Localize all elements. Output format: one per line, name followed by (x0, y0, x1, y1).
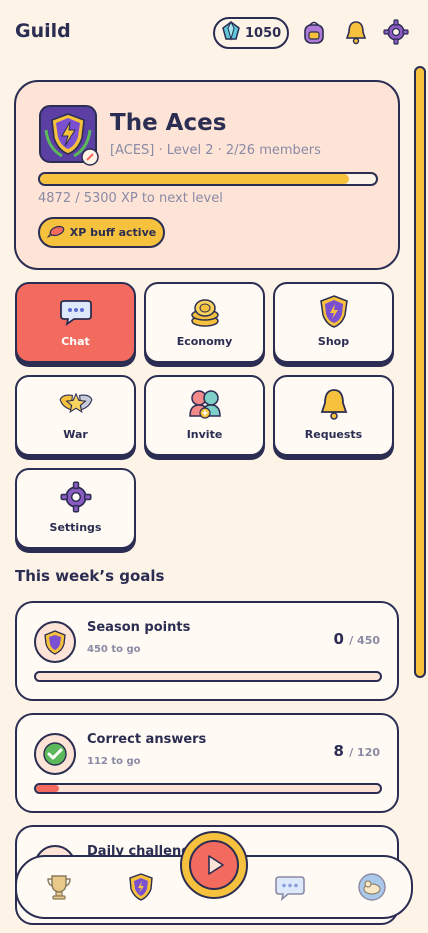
goal-current: 0 (333, 630, 344, 648)
tile-war[interactable]: War (15, 375, 136, 456)
tile-label: Settings (49, 521, 102, 534)
backpack-icon[interactable] (300, 18, 328, 46)
tile-label: Shop (317, 335, 350, 348)
goal-card-season-points[interactable]: Season points 450 to go 0 / 450 (15, 601, 399, 701)
xp-progress-fill (40, 174, 349, 184)
chat-icon[interactable] (274, 871, 306, 903)
goal-progress-bar (34, 783, 382, 794)
guild-meta: [ACES] · Level 2 · 2/26 members (110, 143, 321, 158)
bell-icon (316, 386, 352, 422)
profile-icon[interactable] (356, 871, 388, 903)
trophy-badge-icon (34, 621, 76, 663)
top-bar: Guild 1050 (0, 0, 428, 66)
gear-icon (58, 479, 94, 515)
tile-requests[interactable]: Requests (273, 375, 394, 456)
tile-label: War (63, 428, 88, 441)
gem-balance[interactable]: 1050 (213, 17, 289, 49)
tile-invite[interactable]: Invite (144, 375, 265, 456)
guild-emblem-icon[interactable] (125, 871, 157, 903)
chat-bubble-icon (58, 293, 94, 329)
play-button[interactable] (180, 831, 248, 899)
check-circle-icon (34, 733, 76, 775)
tile-economy[interactable]: Economy (144, 282, 265, 363)
gem-count: 1050 (245, 25, 282, 41)
goal-target: / 120 (349, 746, 380, 759)
goal-progress-bar (34, 671, 382, 682)
goal-count: 8 / 120 (334, 742, 380, 760)
guild-card: The Aces [ACES] · Level 2 · 2/26 members… (14, 80, 400, 270)
guild-name: The Aces (110, 110, 227, 136)
goal-count: 0 / 450 (334, 630, 380, 648)
tile-shop[interactable]: Shop (273, 282, 394, 363)
goal-card-correct-answers[interactable]: Correct answers 112 to go 8 / 120 (15, 713, 399, 813)
tile-label: Chat (61, 335, 90, 348)
play-icon (189, 840, 239, 890)
gem-icon (221, 20, 241, 45)
tile-label: Economy (176, 335, 233, 348)
goal-title: Correct answers (87, 732, 207, 747)
goal-progress-fill (36, 785, 59, 792)
tile-label: Invite (186, 428, 223, 441)
xp-buff-label: XP buff active (69, 226, 157, 239)
invite-people-icon (187, 386, 223, 422)
coins-icon (187, 293, 223, 329)
shop-emblem-icon (316, 293, 352, 329)
rocket-icon (46, 223, 65, 242)
gear-icon[interactable] (382, 18, 410, 46)
goal-target: / 450 (349, 634, 380, 647)
tile-label: Requests (304, 428, 363, 441)
goal-title: Season points (87, 620, 191, 635)
goal-current: 8 (333, 742, 344, 760)
xp-buff-badge[interactable]: XP buff active (38, 217, 165, 248)
tile-settings[interactable]: Settings (15, 468, 136, 549)
tile-chat[interactable]: Chat (15, 282, 136, 363)
guild-emblem-icon[interactable] (38, 104, 100, 166)
war-stars-icon (58, 386, 94, 422)
bell-icon[interactable] (342, 18, 370, 46)
xp-progress-text: 4872 / 5300 XP to next level (38, 191, 223, 206)
xp-progress-bar (38, 172, 378, 186)
page-title: Guild (15, 20, 71, 42)
goal-remaining: 450 to go (87, 644, 141, 655)
goals-section-title: This week’s goals (15, 567, 165, 585)
goal-remaining: 112 to go (87, 756, 141, 767)
scrollbar[interactable] (414, 66, 426, 678)
trophy-icon[interactable] (43, 871, 75, 903)
